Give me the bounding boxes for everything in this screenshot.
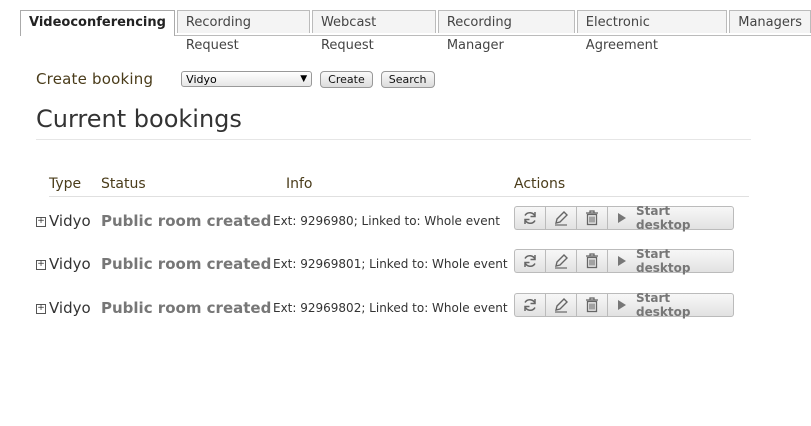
bookings-table-header: Type Status Info Actions bbox=[49, 176, 749, 197]
edit-button[interactable] bbox=[545, 249, 576, 273]
start-desktop-button[interactable]: Start desktop bbox=[607, 291, 734, 319]
delete-button[interactable] bbox=[576, 206, 607, 230]
play-icon bbox=[618, 256, 626, 266]
start-desktop-label: Start desktop bbox=[636, 291, 691, 319]
table-row: + Vidyo Public room created Ext: 9296980… bbox=[36, 247, 756, 279]
table-row: + Vidyo Public room created Ext: 9296980… bbox=[36, 204, 756, 236]
plus-box-icon[interactable]: + bbox=[36, 260, 46, 270]
start-desktop-button[interactable]: Start desktop bbox=[607, 204, 734, 232]
booking-status: Public room created bbox=[101, 212, 272, 230]
tab-recording-manager[interactable]: Recording Manager bbox=[437, 10, 575, 53]
trash-icon bbox=[586, 297, 598, 313]
col-actions: Actions bbox=[514, 176, 566, 192]
booking-type: Vidyo bbox=[49, 299, 91, 317]
booking-type: Vidyo bbox=[49, 255, 91, 273]
col-info: Info bbox=[286, 176, 313, 192]
start-desktop-button[interactable]: Start desktop bbox=[607, 247, 734, 275]
create-booking-label: Create booking bbox=[36, 70, 154, 88]
pencil-icon bbox=[555, 298, 568, 313]
refresh-button[interactable] bbox=[514, 293, 545, 317]
start-desktop-label: Start desktop bbox=[636, 247, 691, 275]
booking-status: Public room created bbox=[101, 299, 272, 317]
tab-videoconferencing[interactable]: Videoconferencing bbox=[20, 10, 175, 36]
plus-box-icon[interactable]: + bbox=[36, 304, 46, 314]
tab-managers[interactable]: Managers bbox=[729, 10, 811, 33]
tab-recording-request[interactable]: Recording Request bbox=[176, 10, 310, 53]
edit-button[interactable] bbox=[545, 293, 576, 317]
edit-button[interactable] bbox=[545, 206, 576, 230]
booking-info: Ext: 92969801; Linked to: Whole event bbox=[273, 257, 508, 271]
plus-box-icon[interactable]: + bbox=[36, 217, 46, 227]
start-desktop-label: Start desktop bbox=[636, 204, 691, 232]
booking-type: Vidyo bbox=[49, 212, 91, 230]
booking-actions: Start desktop bbox=[514, 291, 734, 319]
booking-actions: Start desktop bbox=[514, 247, 734, 275]
search-button[interactable]: Search bbox=[380, 70, 435, 88]
booking-info: Ext: 92969802; Linked to: Whole event bbox=[273, 301, 508, 315]
refresh-icon bbox=[524, 254, 536, 268]
play-icon bbox=[618, 300, 626, 310]
refresh-icon bbox=[524, 298, 536, 312]
tab-electronic-agreement[interactable]: Electronic Agreement bbox=[576, 10, 728, 53]
delete-button[interactable] bbox=[576, 249, 607, 273]
pencil-icon bbox=[555, 254, 568, 269]
plugin-select[interactable]: Vidyo ▼ bbox=[181, 71, 313, 87]
booking-info: Ext: 9296980; Linked to: Whole event bbox=[273, 214, 500, 228]
play-icon bbox=[618, 213, 626, 223]
create-booking-row: Create booking Vidyo ▼ Create Search bbox=[36, 70, 443, 88]
refresh-button[interactable] bbox=[514, 249, 545, 273]
table-row: + Vidyo Public room created Ext: 9296980… bbox=[36, 291, 756, 323]
refresh-button[interactable] bbox=[514, 206, 545, 230]
col-status: Status bbox=[101, 176, 146, 192]
pencil-icon bbox=[555, 211, 568, 226]
chevron-down-icon: ▼ bbox=[300, 74, 308, 84]
col-type: Type bbox=[49, 176, 82, 192]
refresh-icon bbox=[524, 211, 536, 225]
booking-status: Public room created bbox=[101, 255, 272, 273]
trash-icon bbox=[586, 210, 598, 226]
section-title: Current bookings bbox=[36, 104, 751, 140]
create-button[interactable]: Create bbox=[320, 70, 373, 88]
tab-bar: Videoconferencing Recording Request Webc… bbox=[20, 10, 811, 53]
trash-icon bbox=[586, 253, 598, 269]
delete-button[interactable] bbox=[576, 293, 607, 317]
booking-actions: Start desktop bbox=[514, 204, 734, 232]
tab-webcast-request[interactable]: Webcast Request bbox=[311, 10, 436, 53]
plugin-select-value: Vidyo bbox=[186, 72, 217, 86]
